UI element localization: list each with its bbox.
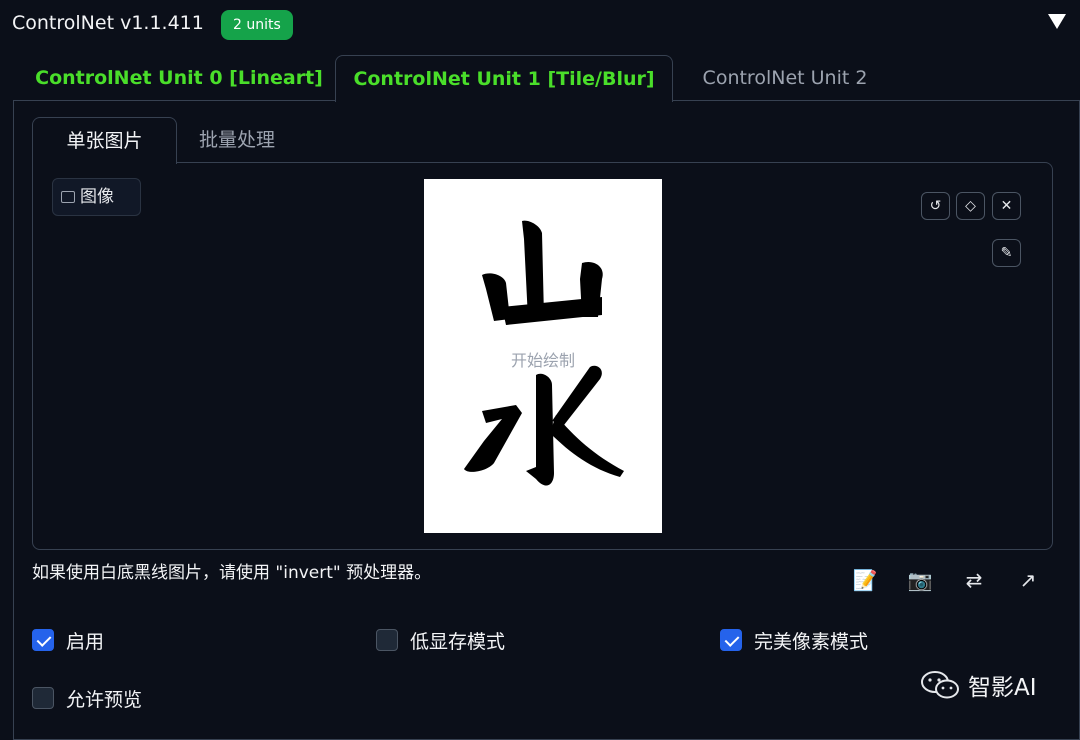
mirror-button[interactable]: ⇄ — [959, 566, 989, 594]
swap-icon: ⇄ — [965, 568, 983, 592]
tab-unit-2[interactable]: ControlNet Unit 2 — [685, 55, 885, 101]
tab-single-image[interactable]: 单张图片 — [32, 117, 177, 164]
low-vram-label: 低显存模式 — [410, 630, 506, 653]
units-badge: 2 units — [221, 10, 293, 40]
allow-preview-option[interactable]: 允许预览 — [32, 683, 142, 713]
wechat-icon — [921, 671, 959, 699]
brush-icon: ✎ — [1000, 245, 1013, 261]
enable-checkbox[interactable] — [32, 629, 54, 651]
invert-hint: 如果使用白底黑线图片，请使用 "invert" 预处理器。 — [32, 563, 432, 583]
webcam-button[interactable]: 📷 — [905, 566, 935, 594]
eraser-button[interactable]: ◇ — [956, 192, 985, 220]
close-icon: ✕ — [1000, 198, 1013, 214]
undo-icon: ↺ — [929, 198, 942, 214]
controlnet-panel: ControlNet v1.1.411 2 units ControlNet U… — [0, 0, 1080, 740]
canvas-hint: 开始绘制 — [510, 351, 575, 370]
pixel-perfect-checkbox[interactable] — [720, 629, 742, 651]
sketch-canvas[interactable]: 开始绘制 — [424, 179, 662, 533]
tab-unit-0[interactable]: ControlNet Unit 0 [Lineart] — [25, 55, 333, 101]
undo-button[interactable]: ↺ — [921, 192, 950, 220]
watermark: 智影AI — [920, 665, 1037, 705]
pixel-perfect-option[interactable]: 完美像素模式 — [720, 625, 868, 655]
image-label-text: 图像 — [80, 187, 114, 207]
arrow-up-icon: ↗ — [1019, 568, 1037, 592]
tab-unit-1[interactable]: ControlNet Unit 1 [Tile/Blur] — [335, 55, 673, 102]
pixel-perfect-label: 完美像素模式 — [754, 630, 869, 653]
enable-label: 启用 — [66, 630, 105, 653]
brush-button[interactable]: ✎ — [992, 239, 1021, 267]
edit-note-icon: 📝 — [852, 568, 878, 592]
clear-button[interactable]: ✕ — [992, 192, 1021, 220]
collapse-icon[interactable] — [1048, 14, 1066, 29]
low-vram-option[interactable]: 低显存模式 — [376, 625, 505, 655]
allow-preview-checkbox[interactable] — [32, 687, 54, 709]
image-label: 图像 — [52, 178, 141, 216]
unit-tabs: ControlNet Unit 0 [Lineart] ControlNet U… — [13, 55, 1080, 102]
allow-preview-label: 允许预览 — [66, 688, 143, 711]
camera-icon: 📷 — [907, 568, 933, 592]
new-canvas-button[interactable]: 📝 — [850, 566, 880, 594]
tab-batch[interactable]: 批量处理 — [177, 117, 297, 163]
image-icon — [61, 191, 75, 203]
panel-header[interactable]: ControlNet v1.1.411 2 units — [0, 0, 1080, 50]
input-mode-tabs: 单张图片 批量处理 — [32, 117, 1052, 164]
low-vram-checkbox[interactable] — [376, 629, 398, 651]
enable-option[interactable]: 启用 — [32, 625, 104, 655]
eraser-icon: ◇ — [965, 198, 976, 214]
panel-title: ControlNet v1.1.411 — [12, 12, 204, 34]
watermark-text: 智影AI — [968, 675, 1037, 701]
send-dimensions-button[interactable]: ↗ — [1013, 566, 1043, 594]
